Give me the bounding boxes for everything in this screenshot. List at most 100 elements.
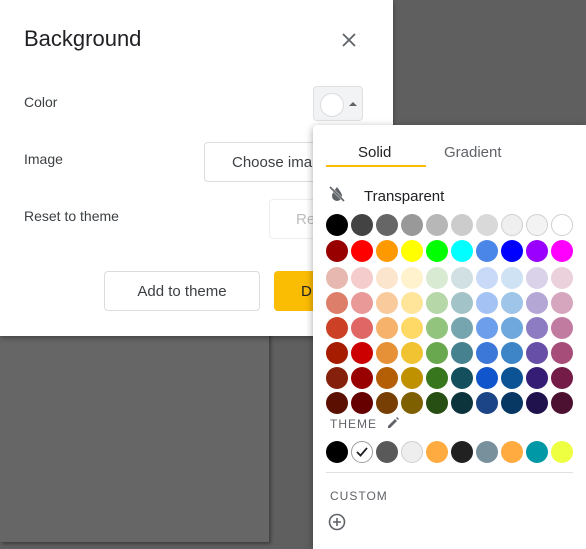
color-swatch[interactable] bbox=[526, 240, 548, 262]
color-swatch[interactable] bbox=[401, 342, 423, 364]
color-label: Color bbox=[24, 94, 58, 110]
color-swatch[interactable] bbox=[476, 317, 498, 339]
color-swatch[interactable] bbox=[376, 240, 398, 262]
color-swatch[interactable] bbox=[326, 317, 348, 339]
color-swatch[interactable] bbox=[326, 292, 348, 314]
tab-gradient[interactable]: Gradient bbox=[444, 144, 502, 161]
color-swatch[interactable] bbox=[476, 267, 498, 289]
color-swatch[interactable] bbox=[426, 392, 448, 414]
color-swatch[interactable] bbox=[451, 267, 473, 289]
color-swatch[interactable] bbox=[451, 342, 473, 364]
color-swatch[interactable] bbox=[426, 317, 448, 339]
color-swatch[interactable] bbox=[526, 392, 548, 414]
theme-color-swatch[interactable] bbox=[551, 441, 573, 463]
color-swatch[interactable] bbox=[351, 240, 373, 262]
color-swatch[interactable] bbox=[451, 292, 473, 314]
theme-color-swatch[interactable] bbox=[426, 441, 448, 463]
color-swatch[interactable] bbox=[551, 392, 573, 414]
color-swatch[interactable] bbox=[551, 267, 573, 289]
color-swatch[interactable] bbox=[351, 292, 373, 314]
add-to-theme-button[interactable]: Add to theme bbox=[104, 271, 260, 311]
color-swatch[interactable] bbox=[551, 367, 573, 389]
color-swatch[interactable] bbox=[476, 292, 498, 314]
color-swatch[interactable] bbox=[526, 342, 548, 364]
color-swatch[interactable] bbox=[351, 342, 373, 364]
color-swatch[interactable] bbox=[526, 214, 548, 236]
transparent-option[interactable]: Transparent bbox=[329, 185, 444, 207]
transparent-label: Transparent bbox=[364, 187, 445, 205]
pencil-icon[interactable] bbox=[386, 416, 400, 435]
color-swatch[interactable] bbox=[326, 367, 348, 389]
color-swatch[interactable] bbox=[401, 240, 423, 262]
color-swatch[interactable] bbox=[426, 267, 448, 289]
color-swatch[interactable] bbox=[501, 342, 523, 364]
color-swatch[interactable] bbox=[476, 392, 498, 414]
color-swatch[interactable] bbox=[426, 214, 448, 236]
color-swatch[interactable] bbox=[326, 214, 348, 236]
color-swatch[interactable] bbox=[326, 240, 348, 262]
color-swatch[interactable] bbox=[376, 214, 398, 236]
color-swatch[interactable] bbox=[501, 240, 523, 262]
color-dropdown-button[interactable] bbox=[313, 86, 363, 121]
color-swatch[interactable] bbox=[426, 342, 448, 364]
add-custom-color-icon[interactable] bbox=[328, 513, 348, 533]
color-swatch[interactable] bbox=[501, 317, 523, 339]
color-swatch[interactable] bbox=[526, 292, 548, 314]
color-swatch[interactable] bbox=[401, 267, 423, 289]
color-swatch[interactable] bbox=[401, 367, 423, 389]
color-swatch[interactable] bbox=[376, 292, 398, 314]
color-swatch[interactable] bbox=[376, 267, 398, 289]
theme-color-swatch[interactable] bbox=[351, 441, 373, 463]
color-swatch[interactable] bbox=[526, 317, 548, 339]
color-swatch[interactable] bbox=[426, 240, 448, 262]
color-swatch[interactable] bbox=[376, 342, 398, 364]
color-swatch[interactable] bbox=[401, 292, 423, 314]
color-swatch[interactable] bbox=[426, 367, 448, 389]
color-swatch[interactable] bbox=[526, 367, 548, 389]
theme-color-swatch[interactable] bbox=[476, 441, 498, 463]
color-swatch[interactable] bbox=[351, 367, 373, 389]
color-swatch[interactable] bbox=[476, 214, 498, 236]
theme-color-swatch[interactable] bbox=[526, 441, 548, 463]
color-swatch[interactable] bbox=[376, 367, 398, 389]
theme-color-swatch[interactable] bbox=[376, 441, 398, 463]
color-swatch[interactable] bbox=[376, 392, 398, 414]
color-swatch[interactable] bbox=[551, 240, 573, 262]
color-swatch[interactable] bbox=[326, 267, 348, 289]
color-swatch[interactable] bbox=[551, 317, 573, 339]
color-swatch[interactable] bbox=[526, 267, 548, 289]
color-swatch[interactable] bbox=[351, 214, 373, 236]
color-swatch[interactable] bbox=[476, 240, 498, 262]
color-swatch[interactable] bbox=[501, 267, 523, 289]
color-swatch[interactable] bbox=[351, 317, 373, 339]
color-swatch[interactable] bbox=[551, 292, 573, 314]
color-swatch[interactable] bbox=[351, 392, 373, 414]
color-swatch[interactable] bbox=[476, 367, 498, 389]
close-icon[interactable] bbox=[337, 28, 361, 52]
color-swatch[interactable] bbox=[551, 342, 573, 364]
color-swatch[interactable] bbox=[426, 292, 448, 314]
color-swatch[interactable] bbox=[501, 392, 523, 414]
color-swatch[interactable] bbox=[501, 292, 523, 314]
color-swatch[interactable] bbox=[351, 267, 373, 289]
color-swatch[interactable] bbox=[401, 317, 423, 339]
color-swatch[interactable] bbox=[326, 392, 348, 414]
theme-color-swatch[interactable] bbox=[401, 441, 423, 463]
color-swatch[interactable] bbox=[451, 392, 473, 414]
color-swatch[interactable] bbox=[451, 367, 473, 389]
color-swatch[interactable] bbox=[501, 367, 523, 389]
theme-color-swatch[interactable] bbox=[451, 441, 473, 463]
color-swatch[interactable] bbox=[501, 214, 523, 236]
color-swatch[interactable] bbox=[401, 392, 423, 414]
color-swatch[interactable] bbox=[451, 240, 473, 262]
color-swatch[interactable] bbox=[326, 342, 348, 364]
color-swatch[interactable] bbox=[376, 317, 398, 339]
tab-solid[interactable]: Solid bbox=[358, 144, 391, 161]
theme-color-swatch[interactable] bbox=[501, 441, 523, 463]
color-swatch[interactable] bbox=[551, 214, 573, 236]
color-swatch[interactable] bbox=[401, 214, 423, 236]
color-swatch[interactable] bbox=[451, 317, 473, 339]
color-swatch[interactable] bbox=[476, 342, 498, 364]
color-swatch[interactable] bbox=[451, 214, 473, 236]
theme-color-swatch[interactable] bbox=[326, 441, 348, 463]
